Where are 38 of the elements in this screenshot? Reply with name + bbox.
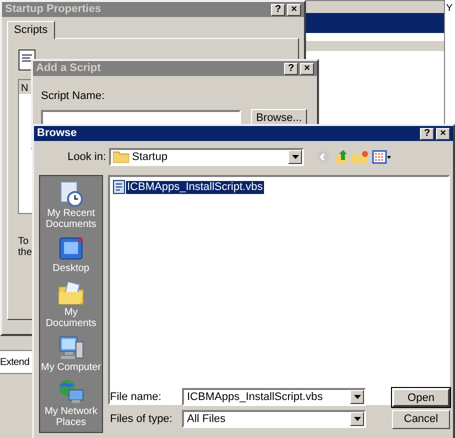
- close-button[interactable]: ×: [300, 62, 314, 74]
- files-of-type-label: Files of type:: [110, 412, 174, 427]
- places-item[interactable]: My Recent Documents: [40, 180, 102, 230]
- folder-icon: [57, 279, 85, 307]
- folder-icon: [113, 151, 129, 163]
- file-name-label: File name:: [110, 390, 162, 405]
- description-text: To: [18, 236, 29, 247]
- window-title: Startup Properties: [5, 4, 102, 15]
- description-text: the: [18, 247, 32, 258]
- close-button[interactable]: ×: [287, 4, 301, 16]
- status-text: Extend: [0, 356, 30, 370]
- places-item[interactable]: My Documents: [40, 279, 102, 329]
- close-button[interactable]: ×: [436, 128, 450, 140]
- look-in-label: Look in:: [66, 150, 107, 165]
- computer-icon: [57, 334, 85, 362]
- files-of-type-dropdown[interactable]: All Files: [182, 410, 366, 428]
- tab[interactable]: Scripts: [7, 21, 55, 39]
- window-title: Browse: [37, 128, 78, 139]
- places-item[interactable]: My Network Places: [40, 378, 102, 428]
- cancel-button[interactable]: Cancel: [392, 410, 450, 429]
- places-item[interactable]: Desktop: [40, 235, 102, 274]
- view-menu-icon[interactable]: [372, 150, 392, 164]
- back-icon[interactable]: [316, 150, 330, 164]
- column-text: Y: [445, 4, 454, 14]
- globe-computer-icon: [57, 378, 85, 406]
- help-button[interactable]: ?: [271, 4, 285, 16]
- new-folder-icon[interactable]: [352, 150, 368, 164]
- help-button[interactable]: ?: [420, 128, 434, 140]
- help-button[interactable]: ?: [284, 62, 298, 74]
- up-folder-icon[interactable]: [334, 149, 348, 165]
- open-button[interactable]: Open: [392, 388, 450, 407]
- window-title: Add a Script: [36, 63, 102, 74]
- file-name-field[interactable]: ICBMApps_InstallScript.vbs: [182, 388, 366, 406]
- script-file-icon: [113, 180, 125, 194]
- look-in-dropdown[interactable]: Startup: [109, 148, 304, 166]
- column-header: N: [21, 83, 28, 94]
- script-name-label: Script Name:: [41, 90, 105, 102]
- places-item[interactable]: My Computer: [40, 334, 102, 373]
